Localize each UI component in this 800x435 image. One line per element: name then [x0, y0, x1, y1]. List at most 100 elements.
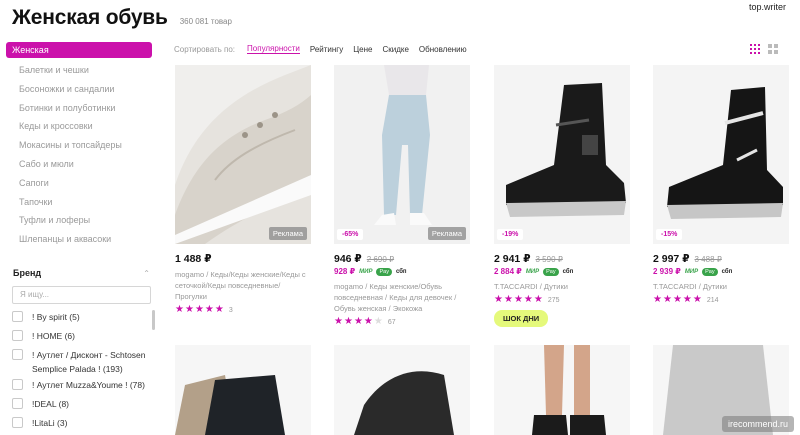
product-image[interactable]: -19%: [494, 65, 630, 244]
product-card[interactable]: -15% 2 997 ₽ 3 488 ₽ 2 939 ₽ МИР Pay сбп…: [653, 65, 789, 385]
brand-filter-header[interactable]: Бренд ⌃: [6, 266, 152, 280]
brand-label: !LitaLi (3): [32, 418, 68, 428]
sort-option-popularity[interactable]: Популярности: [247, 44, 300, 54]
product-image[interactable]: Реклама: [175, 65, 311, 244]
product-card[interactable]: -65% Реклама 946 ₽ 2 690 ₽ 928 ₽ МИР Pay…: [334, 65, 470, 385]
brand-label: ! HOME (6): [32, 331, 75, 341]
brand-item[interactable]: ! HOME (6): [6, 329, 152, 348]
price-row: 946 ₽ 2 690 ₽: [334, 253, 394, 265]
sort-option-update[interactable]: Обновлению: [419, 45, 467, 54]
brand-search-input[interactable]: Я ищу...: [12, 286, 151, 304]
star-icon: ★: [343, 316, 353, 327]
sort-option-rating[interactable]: Рейтингу: [310, 45, 343, 54]
brand-filter: Бренд ⌃ Я ищу... ! By spirit (5) ! HOME …: [6, 266, 155, 435]
star-icon: ★: [523, 294, 533, 305]
page-title: Женская обувь: [12, 6, 168, 29]
product-price: 2 941 ₽: [494, 253, 531, 265]
brand-item[interactable]: !LitaLi (3): [6, 416, 152, 435]
grid-large-icon[interactable]: [768, 44, 778, 54]
payment-row: 2 939 ₽ МИР Pay сбп: [653, 267, 732, 276]
brand-label: ! By spirit (5): [32, 312, 80, 322]
star-icon: ★: [184, 304, 194, 315]
category-item[interactable]: Балетки и чешки: [6, 61, 152, 80]
category-item[interactable]: Шлепанцы и аквасоки: [6, 230, 152, 249]
payment-row: 928 ₽ МИР Pay сбп: [334, 267, 407, 276]
review-count: 67: [387, 318, 396, 326]
category-sidebar: Женская Балетки и чешки Босоножки и санд…: [6, 42, 152, 249]
star-icon: ★: [653, 294, 662, 305]
sort-bar: Сортировать по: Популярности Рейтингу Це…: [174, 44, 467, 54]
product-price: 1 488 ₽: [175, 253, 212, 265]
chevron-up-icon[interactable]: ⌃: [143, 269, 150, 278]
category-item[interactable]: Туфли и лоферы: [6, 211, 152, 230]
product-image[interactable]: -15%: [653, 65, 789, 244]
checkbox-icon[interactable]: [12, 330, 23, 341]
brand-item[interactable]: ! By spirit (5): [6, 310, 152, 329]
boot-image: [175, 345, 311, 435]
watermark-text: irecommend.ru: [721, 416, 794, 432]
product-description[interactable]: T.TACCARDI / Дутики: [494, 281, 630, 292]
product-image[interactable]: -65% Реклама: [334, 65, 470, 244]
product-description[interactable]: T.TACCARDI / Дутики: [653, 281, 789, 292]
price-row: 1 488 ₽: [175, 253, 212, 265]
sneaker-image: [334, 345, 470, 435]
checkbox-icon[interactable]: [12, 379, 23, 390]
brand-item[interactable]: ! Аутлет Muzza&Youme ! (78): [6, 378, 152, 397]
page-header: Женская обувь 360 081 товар: [12, 6, 232, 30]
promo-badge[interactable]: ШОК ДНИ: [494, 310, 549, 327]
category-item[interactable]: Сабо и мюли: [6, 155, 152, 174]
pay-logo: Pay: [702, 267, 718, 276]
discount-tag: -65%: [337, 229, 364, 240]
category-list: Балетки и чешки Босоножки и сандалии Бот…: [6, 61, 152, 249]
sneaker-image: [175, 65, 311, 244]
old-price: 3 590 ₽: [535, 255, 563, 264]
product-image[interactable]: [334, 345, 470, 435]
brand-label: !DEAL (8): [32, 399, 70, 409]
old-price: 3 488 ₽: [694, 255, 722, 264]
sort-option-price[interactable]: Цене: [353, 45, 372, 54]
brand-list: ! By spirit (5) ! HOME (6) ! Аутлет / Ди…: [6, 310, 155, 435]
category-item[interactable]: Босоножки и сандалии: [6, 80, 152, 99]
payment-row: 2 884 ₽ МИР Pay сбп: [494, 267, 573, 276]
brand-list-scrollbar[interactable]: [152, 310, 155, 330]
category-item[interactable]: Тапочки: [6, 193, 152, 212]
star-icon: ★: [503, 294, 513, 305]
category-item[interactable]: Кеды и кроссовки: [6, 117, 152, 136]
review-count: 275: [547, 296, 560, 304]
product-description[interactable]: mogamo / Кеды женские/Обувь повседневная…: [334, 281, 470, 314]
brand-item[interactable]: ! Аутлет / Дисконт - Schtosen Semplice P…: [6, 348, 152, 378]
category-item[interactable]: Мокасины и топсайдеры: [6, 136, 152, 155]
checkbox-icon[interactable]: [12, 349, 23, 360]
product-card[interactable]: Реклама 1 488 ₽ mogamo / Кеды/Кеды женск…: [175, 65, 311, 385]
product-image[interactable]: [175, 345, 311, 435]
star-icon: ★: [334, 316, 343, 327]
category-item[interactable]: Сапоги: [6, 174, 152, 193]
product-description[interactable]: mogamo / Кеды/Кеды женские/Кеды с сеточк…: [175, 269, 311, 302]
checkbox-icon[interactable]: [12, 311, 23, 322]
old-price: 2 690 ₽: [366, 255, 395, 264]
product-price: 946 ₽: [334, 253, 362, 265]
product-image[interactable]: [494, 345, 630, 435]
price-row: 2 997 ₽ 3 488 ₽: [653, 253, 722, 265]
category-active-zhenskaya[interactable]: Женская: [6, 42, 152, 58]
star-icon: ★: [533, 294, 543, 305]
star-icon: ★: [513, 294, 523, 305]
discount-tag: -15%: [656, 229, 683, 240]
product-rating: ★ ★ ★ ★ ★ 3: [175, 305, 233, 315]
brand-item[interactable]: !DEAL (8): [6, 397, 152, 416]
watermark-text: top.writer: [748, 2, 786, 12]
price-row: 2 941 ₽ 3 590 ₽: [494, 253, 563, 265]
category-item[interactable]: Ботинки и полуботинки: [6, 99, 152, 118]
sort-option-discount[interactable]: Скидке: [382, 45, 408, 54]
star-icon: ★: [373, 316, 383, 327]
product-card[interactable]: -19% 2 941 ₽ 3 590 ₽ 2 884 ₽ МИР Pay сбп…: [494, 65, 630, 385]
brand-label: ! Аутлет Muzza&Youme ! (78): [32, 380, 145, 390]
product-rating: ★ ★ ★ ★ ★ 67: [334, 317, 396, 327]
brand-label: ! Аутлет / Дисконт - Schtosen Semplice P…: [32, 350, 146, 374]
grid-small-icon[interactable]: [750, 44, 760, 54]
checkbox-icon[interactable]: [12, 417, 23, 428]
mir-logo: МИР: [525, 268, 540, 275]
checkbox-icon[interactable]: [12, 398, 23, 409]
model-legs-image: [494, 345, 630, 435]
star-icon: ★: [662, 294, 672, 305]
